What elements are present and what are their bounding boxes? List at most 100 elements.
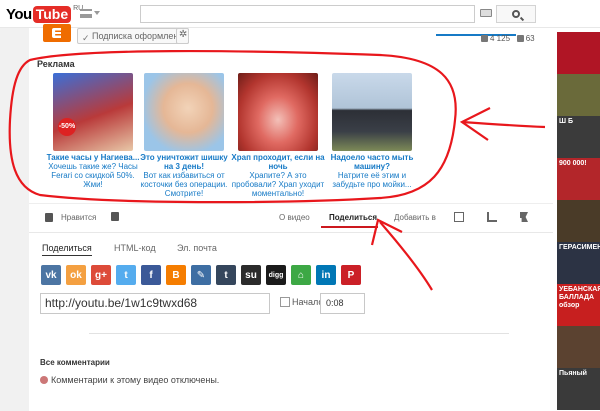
logo-tube-text: Tube xyxy=(32,5,72,23)
ad-text[interactable]: Храпите? А это пробовали? Храп уходит мо… xyxy=(230,171,326,198)
info-icon xyxy=(40,376,48,384)
like-counts: 4 125 63 xyxy=(481,34,535,43)
start-at-checkbox[interactable] xyxy=(280,297,290,307)
linkedin-share-button[interactable]: in xyxy=(316,265,336,285)
myspace-share-button[interactable]: ⌂ xyxy=(291,265,311,285)
stats-icon[interactable] xyxy=(487,212,497,222)
check-icon: ✓ xyxy=(82,33,90,43)
related-video-thumbnail[interactable] xyxy=(557,200,600,242)
tab-add-to[interactable]: Добавить в xyxy=(394,213,436,222)
related-video-thumbnail[interactable]: Пьяный xyxy=(557,368,600,410)
related-video-thumbnail[interactable]: УЕБАНСКАЯ БАЛЛАДА обзор xyxy=(557,284,600,326)
flag-icon[interactable] xyxy=(520,212,528,222)
ad-title[interactable]: Это уничтожит шишку на 3 день! xyxy=(136,153,232,171)
share-url-input[interactable]: http://youtu.be/1w1c9twxd68 xyxy=(40,293,270,314)
myspace-icon: ⌂ xyxy=(297,269,305,281)
related-video-thumbnail[interactable] xyxy=(557,74,600,116)
ad-title[interactable]: Надоело часто мыть машину? xyxy=(324,153,420,171)
ad-text[interactable]: Вот как избавиться от косточки без опера… xyxy=(136,171,232,198)
channel-avatar[interactable] xyxy=(43,24,71,42)
search-input[interactable] xyxy=(140,5,475,23)
search-button[interactable] xyxy=(496,5,536,23)
google-plus-icon: g+ xyxy=(95,269,107,281)
ad-text[interactable]: Натрите её этим и забудьте про мойки... xyxy=(324,171,420,189)
vk-share-button[interactable]: vk xyxy=(41,265,61,285)
thumbnail-caption: Ш Б xyxy=(559,118,574,125)
blogger-share-button[interactable]: B xyxy=(166,265,186,285)
comments-disabled-text: Комментарии к этому видео отключены. xyxy=(51,375,220,385)
dislike-icon[interactable] xyxy=(111,212,119,221)
share-tab-share[interactable]: Поделиться xyxy=(42,243,92,253)
logo-you-text: You xyxy=(6,5,32,23)
odnoklassniki-icon: ok xyxy=(70,269,82,281)
foot-bunion-photo[interactable] xyxy=(144,73,224,151)
thumbs-up-icon xyxy=(481,35,488,42)
subscribe-button[interactable]: ✓ Подписка оформлена xyxy=(77,28,190,44)
subscription-settings-button[interactable]: ✲ xyxy=(176,28,189,44)
related-video-thumbnail[interactable]: Ш Б xyxy=(557,116,600,158)
google-plus-share-button[interactable]: g+ xyxy=(91,265,111,285)
like-button[interactable]: Нравится xyxy=(61,213,96,222)
pinterest-icon: P xyxy=(347,269,355,281)
action-bar: Нравится О видео Поделиться Добавить в xyxy=(29,203,553,233)
gear-icon: ✲ xyxy=(179,29,188,40)
search-icon xyxy=(512,10,520,18)
like-icon[interactable] xyxy=(45,213,53,222)
ad-text[interactable]: Хочешь такие же? Часы Ferari со скидкой … xyxy=(45,162,141,189)
guide-menu-icon[interactable] xyxy=(80,9,92,18)
twitter-icon: t xyxy=(124,269,128,281)
ad-item[interactable]: Храп проходит, если на ночь Храпите? А э… xyxy=(230,73,326,198)
subscribe-label: Подписка оформлена xyxy=(92,31,184,41)
tumblr-icon: t xyxy=(224,269,228,281)
active-tab-indicator xyxy=(321,226,378,228)
dislike-count: 63 xyxy=(525,34,535,43)
transcript-icon[interactable] xyxy=(454,212,464,222)
tab-about[interactable]: О видео xyxy=(279,213,310,222)
thumbnail-caption: Пьяный xyxy=(559,370,587,377)
odnoklassniki-share-button[interactable]: ok xyxy=(66,265,86,285)
pinterest-share-button[interactable]: P xyxy=(341,265,361,285)
share-tab-email[interactable]: Эл. почта xyxy=(177,243,217,253)
digg-icon: digg xyxy=(268,271,284,279)
related-video-thumbnail[interactable] xyxy=(557,326,600,368)
livejournal-icon: ✎ xyxy=(196,269,206,281)
ad-item[interactable]: Это уничтожит шишку на 3 день! Вот как и… xyxy=(136,73,232,198)
ad-item[interactable]: Надоело часто мыть машину? Натрите её эт… xyxy=(324,73,420,189)
facebook-share-button[interactable]: f xyxy=(141,265,161,285)
digg-share-button[interactable]: digg xyxy=(266,265,286,285)
throat-photo[interactable] xyxy=(238,73,318,151)
watch-main: ✓ Подписка оформлена ✲ 4 125 63 Реклама … xyxy=(29,24,553,411)
blogger-icon: B xyxy=(172,269,180,281)
divider xyxy=(89,333,509,334)
linkedin-icon: in xyxy=(321,269,331,281)
tumblr-share-button[interactable]: t xyxy=(216,265,236,285)
stumbleupon-share-button[interactable]: su xyxy=(241,265,261,285)
stumbleupon-icon: su xyxy=(245,269,257,281)
discount-badge: -50% xyxy=(58,118,76,136)
youtube-logo[interactable]: You Tube RU xyxy=(6,5,83,23)
share-tab-embed[interactable]: HTML-код xyxy=(114,243,156,253)
tab-share[interactable]: Поделиться xyxy=(329,213,377,222)
comments-disabled-notice: Комментарии к этому видео отключены. xyxy=(40,375,219,385)
thumbnail-caption: 900 000! xyxy=(559,160,587,167)
ad-title[interactable]: Храп проходит, если на ночь xyxy=(230,153,326,171)
related-videos-sidebar: Ш Б 900 000! ГЕРАСИМЕНКО УЕБАНСКАЯ БАЛЛАДА … xyxy=(553,28,600,411)
start-time-input[interactable]: 0:08 xyxy=(320,293,365,314)
related-video-thumbnail[interactable]: 900 000! xyxy=(557,158,600,200)
livejournal-share-button[interactable]: ✎ xyxy=(191,265,211,285)
car-photo[interactable] xyxy=(332,73,412,151)
related-video-thumbnail[interactable]: ГЕРАСИМЕНКО xyxy=(557,242,600,284)
keyboard-icon[interactable] xyxy=(480,9,492,17)
like-count: 4 125 xyxy=(490,34,511,43)
share-tab-underline xyxy=(42,255,92,256)
watch-man-photo[interactable]: -50% xyxy=(53,73,133,151)
related-video-thumbnail[interactable] xyxy=(557,32,600,74)
thumbnail-caption: УЕБАНСКАЯ БАЛЛАДА обзор xyxy=(559,286,600,309)
ad-title[interactable]: Такие часы у Нагиева... xyxy=(45,153,141,162)
channel-row: ✓ Подписка оформлена ✲ 4 125 63 xyxy=(29,24,553,50)
twitter-share-button[interactable]: t xyxy=(116,265,136,285)
chevron-down-icon[interactable] xyxy=(94,11,100,15)
thumbnail-caption: ГЕРАСИМЕНКО xyxy=(559,244,600,251)
comments-title: Все комментарии xyxy=(40,358,110,367)
ad-item[interactable]: -50% Такие часы у Нагиева... Хочешь таки… xyxy=(45,73,141,189)
